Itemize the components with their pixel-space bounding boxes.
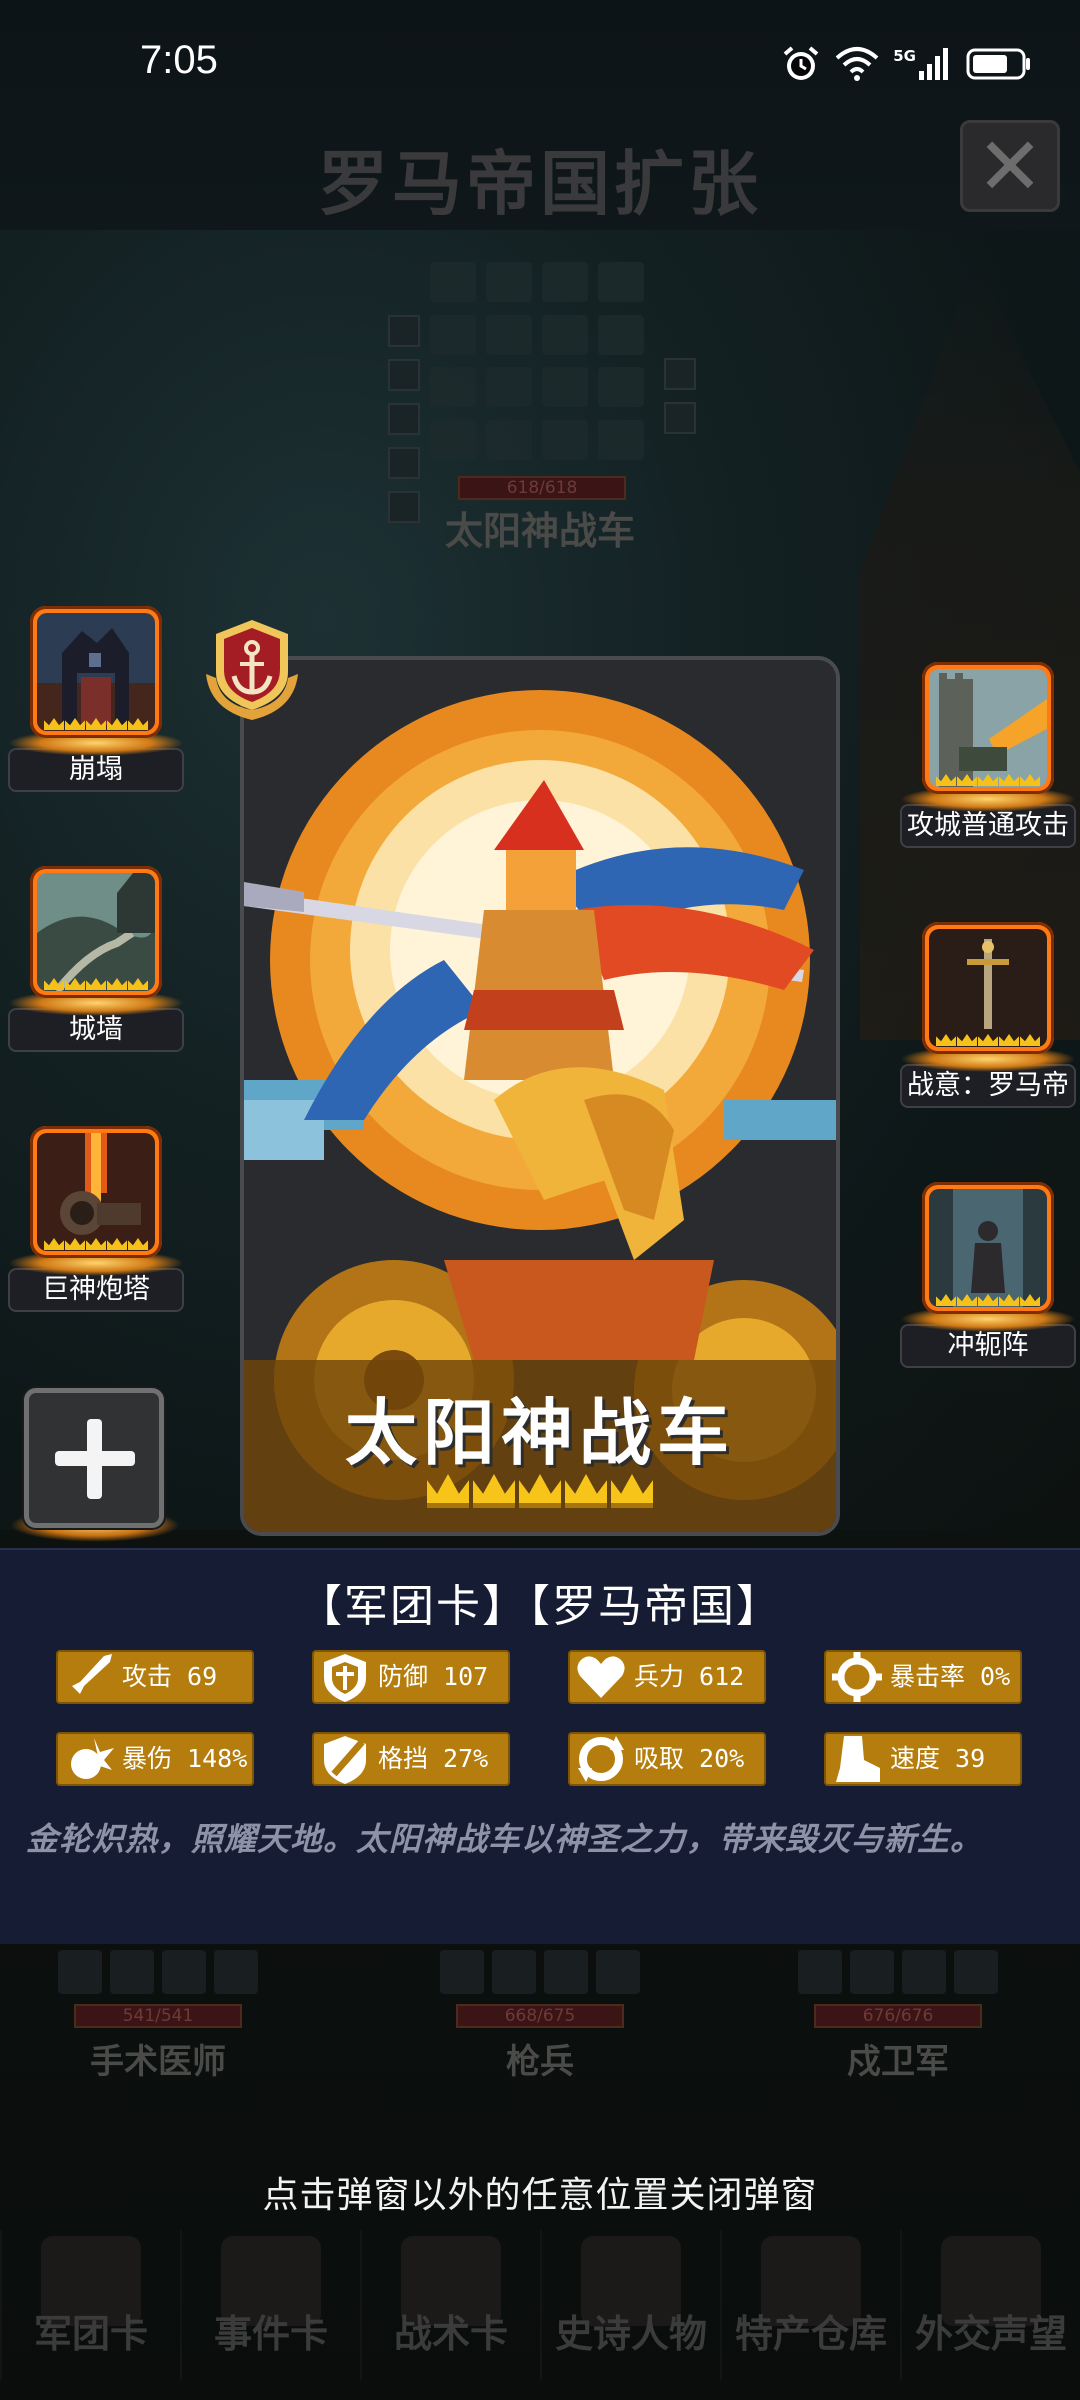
stat-speed: 速度 39 xyxy=(824,1732,1022,1786)
card-tags: 【军团卡】【罗马帝国】 xyxy=(298,1581,782,1632)
skill-art-wall xyxy=(37,873,155,991)
skill-wall[interactable]: 城墙 xyxy=(4,866,188,1052)
cellular-signal: 5G xyxy=(893,47,952,81)
skill-stars xyxy=(936,774,1040,786)
card-name-bar: 太阳神战车 xyxy=(244,1360,836,1532)
nav-item: 史诗人物 xyxy=(540,2230,720,2380)
skill-art-ruins xyxy=(37,613,155,731)
star-crown-icon xyxy=(611,1474,653,1508)
skill-stars xyxy=(44,1238,148,1250)
nav-item: 特产仓库 xyxy=(720,2230,900,2380)
wifi-icon xyxy=(835,47,879,81)
star-crown-icon xyxy=(519,1474,561,1508)
skill-art-sword xyxy=(929,929,1047,1047)
block-shield-icon xyxy=(324,1736,366,1784)
card-description: 金轮炽热，照耀天地。太阳神战车以神圣之力，带来毁灭与新生。 xyxy=(26,1820,984,1858)
status-bar: 7:05 5G xyxy=(0,0,1080,130)
skill-siege-attack[interactable]: 攻城普通攻击 xyxy=(896,662,1080,848)
background-unit-name: 枪兵 xyxy=(506,2042,574,2082)
card-name: 太阳神战车 xyxy=(344,1391,735,1475)
burst-icon xyxy=(71,1738,114,1779)
background-bottom-nav: 军团卡 事件卡 战术卡 史诗人物 特产仓库 外交声望 xyxy=(0,2230,1080,2380)
stat-defense: 防御 107 xyxy=(312,1650,510,1704)
stat-grid: 攻击 69 防御 107 兵力 612 暴击率 0% 暴伤 148% 格挡 27… xyxy=(56,1650,1026,1786)
skill-colossus-turret[interactable]: 巨神炮塔 xyxy=(4,1126,188,1312)
anchor-icon xyxy=(206,620,298,720)
close-popup-hint: 点击弹窗以外的任意位置关闭弹窗 xyxy=(262,2175,818,2216)
skill-art-siege xyxy=(929,669,1047,787)
signal-icon xyxy=(919,48,948,80)
stat-troops: 兵力 612 xyxy=(568,1650,766,1704)
stat-block: 格挡 27% xyxy=(312,1732,510,1786)
background-flag-column xyxy=(664,358,696,434)
crit-target-icon xyxy=(832,1652,882,1702)
star-crown-icon xyxy=(473,1474,515,1508)
network-type: 5G xyxy=(893,47,916,65)
background-unit: 541/541 手术医师 xyxy=(28,1950,288,2083)
nav-item: 外交声望 xyxy=(900,2230,1080,2380)
nav-item: 战术卡 xyxy=(360,2230,540,2380)
speed-boot-icon xyxy=(836,1736,880,1782)
background-unit-hp: 676/676 xyxy=(814,2004,982,2028)
card-info-panel: 【军团卡】【罗马帝国】 攻击 69 防御 107 兵力 612 暴击率 0% 暴… xyxy=(0,1548,1080,1944)
background-unit-hp: 618/618 xyxy=(458,476,626,500)
background-unit-name: 戍卫军 xyxy=(847,2042,949,2082)
skill-art-warrior xyxy=(929,1189,1047,1307)
stat-attack: 攻击 69 xyxy=(56,1650,254,1704)
alarm-icon xyxy=(783,46,819,80)
nav-item: 事件卡 xyxy=(180,2230,360,2380)
background-flag-column xyxy=(388,315,420,523)
card-stars xyxy=(427,1474,653,1508)
sword-icon xyxy=(68,1654,112,1698)
background-unit-row: 541/541 手术医师 668/675 枪兵 676/676 戍卫军 xyxy=(0,1950,1080,2090)
star-crown-icon xyxy=(565,1474,607,1508)
background-unit-hp: 541/541 xyxy=(74,2004,242,2028)
skill-collapse[interactable]: 崩塌 xyxy=(4,606,188,792)
background-unit: 668/675 枪兵 xyxy=(410,1950,670,2083)
battery-icon xyxy=(966,48,1030,80)
background-formation xyxy=(430,262,650,462)
legion-card[interactable]: 太阳神战车 xyxy=(240,656,840,1536)
background-title: 罗马帝国扩张 xyxy=(318,142,762,225)
stat-lifesteal: 吸取 20% xyxy=(568,1732,766,1786)
skill-stars xyxy=(44,718,148,730)
heart-icon xyxy=(577,1656,625,1698)
background-unit-hp: 668/675 xyxy=(456,2004,624,2028)
lifesteal-icon xyxy=(578,1736,624,1782)
nav-item: 军团卡 xyxy=(0,2230,180,2380)
stat-crit-damage: 暴伤 148% xyxy=(56,1732,254,1786)
background-unit: 676/676 戍卫军 xyxy=(768,1950,1028,2083)
skill-stars xyxy=(936,1034,1040,1046)
skill-stars xyxy=(44,978,148,990)
star-crown-icon xyxy=(427,1474,469,1508)
shield-icon xyxy=(324,1654,366,1702)
background-unit-name: 手术医师 xyxy=(90,2042,226,2082)
skill-stars xyxy=(936,1294,1040,1306)
background-unit-name: 太阳神战车 xyxy=(444,509,635,553)
status-icons: 5G xyxy=(781,44,1032,84)
stat-crit-rate: 暴击率 0% xyxy=(824,1650,1022,1704)
skill-battle-spirit[interactable]: 战意：罗马帝 xyxy=(896,922,1080,1108)
status-time: 7:05 xyxy=(140,38,218,82)
add-skill-button[interactable] xyxy=(24,1388,164,1528)
close-icon: ✕ xyxy=(960,120,1060,212)
skill-yoke-formation[interactable]: 冲轭阵 xyxy=(896,1182,1080,1368)
skill-art-turret xyxy=(37,1133,155,1251)
